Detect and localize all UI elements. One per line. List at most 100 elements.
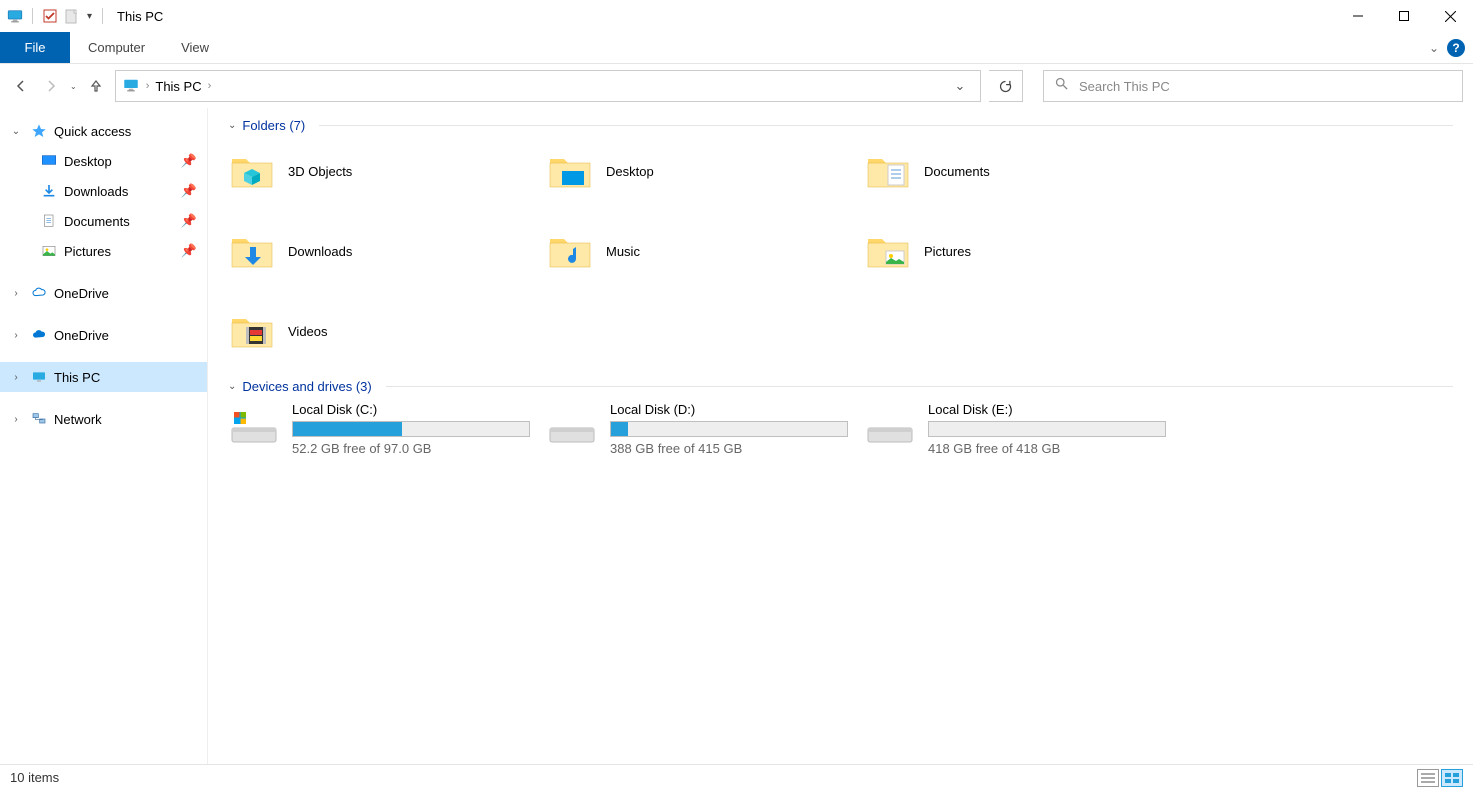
ribbon-file-tab[interactable]: File: [0, 32, 70, 63]
refresh-button[interactable]: [989, 70, 1023, 102]
nav-forward-button[interactable]: [40, 75, 62, 97]
pc-icon: [30, 368, 48, 386]
sidebar-item-label: Documents: [64, 214, 130, 229]
drive-c[interactable]: Local Disk (C:) 52.2 GB free of 97.0 GB: [228, 402, 546, 456]
breadcrumb-arrow-icon[interactable]: ›: [206, 80, 214, 92]
folder-icon: [228, 147, 276, 195]
quick-access-icon: [30, 122, 48, 140]
pin-icon: 📌: [181, 243, 197, 259]
chevron-right-icon[interactable]: ›: [8, 330, 24, 341]
breadcrumb-current[interactable]: This PC: [155, 79, 201, 94]
section-header-folders[interactable]: ⌄ Folders (7): [228, 118, 1453, 133]
pin-icon: 📌: [181, 213, 197, 229]
sidebar-onedrive[interactable]: › OneDrive: [0, 278, 207, 308]
qat-dropdown-icon[interactable]: ▾: [85, 11, 94, 22]
folder-downloads[interactable]: Downloads: [228, 221, 546, 281]
title-bar: ▾ This PC: [0, 0, 1473, 32]
address-history-dropdown[interactable]: ⌄: [946, 78, 974, 94]
section-header-drives[interactable]: ⌄ Devices and drives (3): [228, 379, 1453, 394]
breadcrumb-arrow-icon[interactable]: ›: [144, 80, 152, 92]
ribbon-tab-view[interactable]: View: [163, 32, 227, 63]
help-icon[interactable]: ?: [1447, 39, 1465, 57]
sidebar-item-label: This PC: [54, 370, 100, 385]
navigation-pane: ⌄ Quick access Desktop 📌 Downloads 📌 Doc…: [0, 108, 208, 764]
status-bar: 10 items: [0, 764, 1473, 790]
pin-icon: 📌: [181, 153, 197, 169]
nav-back-button[interactable]: [10, 75, 32, 97]
sidebar-item-label: Pictures: [64, 244, 111, 259]
folder-label: Downloads: [288, 244, 352, 259]
folder-music[interactable]: Music: [546, 221, 864, 281]
qat-properties-icon[interactable]: [41, 7, 59, 25]
nav-up-button[interactable]: [85, 75, 107, 97]
app-icon: [6, 7, 24, 25]
section-title: Folders (7): [242, 118, 305, 133]
drive-name: Local Disk (C:): [292, 402, 530, 417]
view-details-button[interactable]: [1417, 769, 1439, 787]
drive-d[interactable]: Local Disk (D:) 388 GB free of 415 GB: [546, 402, 864, 456]
chevron-down-icon[interactable]: ⌄: [228, 381, 236, 392]
sidebar-this-pc[interactable]: › This PC: [0, 362, 207, 392]
drive-e[interactable]: Local Disk (E:) 418 GB free of 418 GB: [864, 402, 1182, 456]
sidebar-item-label: Network: [54, 412, 102, 427]
minimize-button[interactable]: [1335, 0, 1381, 32]
content-pane: ⌄ Folders (7) 3D Objects Desktop: [208, 108, 1473, 764]
drive-icon: [546, 402, 598, 446]
chevron-down-icon[interactable]: ⌄: [8, 126, 24, 137]
search-box[interactable]: [1043, 70, 1463, 102]
ribbon-tab-computer[interactable]: Computer: [70, 32, 163, 63]
drive-free-text: 52.2 GB free of 97.0 GB: [292, 441, 530, 456]
chevron-down-icon[interactable]: ⌄: [228, 120, 236, 131]
documents-icon: [40, 212, 58, 230]
folder-icon: [864, 147, 912, 195]
window-title: This PC: [111, 9, 163, 24]
sidebar-item-label: OneDrive: [54, 286, 109, 301]
sidebar-item-label: OneDrive: [54, 328, 109, 343]
sidebar-item-pictures[interactable]: Pictures 📌: [0, 236, 207, 266]
section-title: Devices and drives (3): [242, 379, 371, 394]
divider: [386, 386, 1453, 387]
drive-free-text: 418 GB free of 418 GB: [928, 441, 1166, 456]
nav-history-dropdown[interactable]: ⌄: [70, 82, 77, 91]
address-bar[interactable]: › This PC › ⌄: [115, 70, 981, 102]
sidebar-item-downloads[interactable]: Downloads 📌: [0, 176, 207, 206]
folder-documents[interactable]: Documents: [864, 141, 1182, 201]
drive-name: Local Disk (E:): [928, 402, 1166, 417]
drive-free-text: 388 GB free of 415 GB: [610, 441, 848, 456]
download-icon: [40, 182, 58, 200]
sidebar-network[interactable]: › Network: [0, 404, 207, 434]
chevron-right-icon[interactable]: ›: [8, 288, 24, 299]
network-icon: [30, 410, 48, 428]
chevron-right-icon[interactable]: ›: [8, 372, 24, 383]
folder-3d-objects[interactable]: 3D Objects: [228, 141, 546, 201]
search-icon: [1054, 76, 1069, 96]
drive-name: Local Disk (D:): [610, 402, 848, 417]
close-button[interactable]: [1427, 0, 1473, 32]
ribbon: File Computer View ⌄ ?: [0, 32, 1473, 64]
sidebar-quick-access[interactable]: ⌄ Quick access: [0, 116, 207, 146]
sidebar-onedrive[interactable]: › OneDrive: [0, 320, 207, 350]
pc-icon: [122, 76, 140, 97]
sidebar-item-documents[interactable]: Documents 📌: [0, 206, 207, 236]
folder-icon: [546, 147, 594, 195]
maximize-button[interactable]: [1381, 0, 1427, 32]
status-text: 10 items: [10, 770, 59, 785]
chevron-right-icon[interactable]: ›: [8, 414, 24, 425]
view-tiles-button[interactable]: [1441, 769, 1463, 787]
pictures-icon: [40, 242, 58, 260]
folder-desktop[interactable]: Desktop: [546, 141, 864, 201]
folder-videos[interactable]: Videos: [228, 301, 546, 361]
search-input[interactable]: [1079, 79, 1452, 94]
navigation-bar: ⌄ › This PC › ⌄: [0, 64, 1473, 108]
folder-label: Desktop: [606, 164, 654, 179]
ribbon-expand-icon[interactable]: ⌄: [1429, 41, 1439, 55]
folder-pictures[interactable]: Pictures: [864, 221, 1182, 281]
drive-usage-bar: [610, 421, 848, 437]
qat-newfolder-icon[interactable]: [63, 7, 81, 25]
sidebar-item-label: Downloads: [64, 184, 128, 199]
drive-usage-bar: [928, 421, 1166, 437]
folder-label: Pictures: [924, 244, 971, 259]
sidebar-item-desktop[interactable]: Desktop 📌: [0, 146, 207, 176]
folder-label: 3D Objects: [288, 164, 352, 179]
folder-icon: [228, 307, 276, 355]
